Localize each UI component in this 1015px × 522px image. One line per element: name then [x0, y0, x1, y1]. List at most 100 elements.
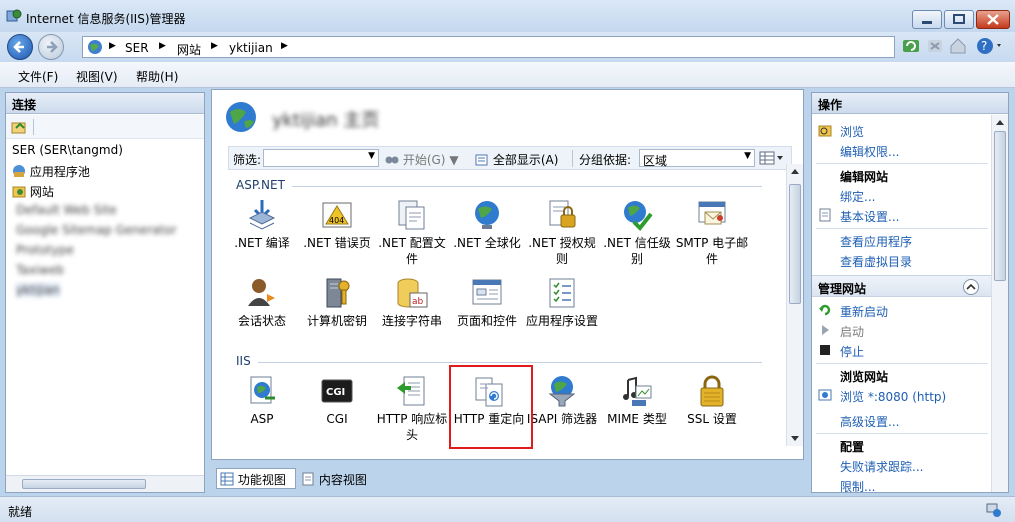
action-stop[interactable]: 停止 [840, 343, 864, 360]
tile-app-settings[interactable]: 应用程序设置 [525, 276, 599, 329]
tile-smtp-email[interactable]: SMTP 电子邮件 [675, 198, 749, 267]
home-button[interactable] [948, 36, 970, 58]
tile-mime-types[interactable]: MIME 类型 [600, 374, 674, 427]
tile-machine-key[interactable]: 计算机密钥 [300, 276, 374, 329]
content-view-icon [302, 472, 314, 486]
tab-content-view[interactable]: 内容视图 [298, 468, 378, 489]
actions-vscroll[interactable] [991, 115, 1008, 492]
connections-hscroll[interactable] [6, 475, 204, 492]
breadcrumb-arrow-icon: ▶ [211, 41, 218, 51]
address-bar[interactable]: ▶ SER ▶ 网站 ▶ yktijian ▶ [82, 36, 895, 58]
tile-net-globalization[interactable]: .NET 全球化 [450, 198, 524, 251]
scroll-up-icon[interactable] [995, 118, 1005, 126]
browse-window-icon [818, 389, 832, 401]
filter-input[interactable]: ▼ [263, 149, 379, 167]
arrow-right-icon [47, 41, 58, 53]
tree-site-item[interactable]: Prototype [16, 243, 74, 257]
action-basic-settings[interactable]: 基本设置... [840, 208, 899, 225]
view-mode-button[interactable] [759, 151, 785, 168]
action-bindings[interactable]: 绑定... [840, 188, 875, 205]
authorization-icon [549, 200, 576, 228]
features-vscroll[interactable] [786, 164, 803, 446]
section-divider [292, 186, 762, 187]
tile-net-trust-levels[interactable]: .NET 信任级别 [600, 198, 674, 267]
iis-app-icon [6, 9, 22, 22]
restart-icon [819, 304, 831, 316]
menu-view[interactable]: 视图(V) [76, 68, 118, 85]
stop-icon [928, 40, 942, 52]
show-all-button[interactable]: 全部显示(A) [475, 151, 558, 168]
manage-site-header[interactable]: 管理网站 [812, 275, 992, 297]
home-icon [950, 38, 966, 54]
email-icon [698, 201, 726, 225]
section-divider [258, 362, 762, 363]
tree-sites[interactable]: 网站 [12, 183, 54, 200]
group-by-label: 分组依据: [579, 153, 632, 167]
action-start[interactable]: 启动 [840, 323, 864, 340]
tile-cgi[interactable]: CGI CGI [300, 374, 374, 427]
scroll-down-icon[interactable] [790, 435, 800, 443]
action-edit-permissions[interactable]: 编辑权限... [840, 143, 899, 160]
group-by-select[interactable]: 区域 ▼ [639, 149, 755, 168]
tile-http-response-headers[interactable]: HTTP 响应标头 [375, 374, 449, 443]
actions-vscroll-thumb[interactable] [994, 131, 1006, 281]
tree-site-item[interactable]: Taxiweb [16, 263, 64, 277]
action-restart[interactable]: 重新启动 [840, 303, 888, 320]
features-view-icon [220, 472, 234, 486]
asp-icon [250, 376, 275, 404]
profile-icon [398, 200, 425, 230]
tile-connection-strings[interactable]: ab 连接字符串 [375, 276, 449, 329]
tile-isapi-filters[interactable]: ISAPI 筛选器 [525, 374, 599, 427]
settings-page-icon [819, 208, 831, 222]
breadcrumb-sites[interactable]: 网站 [177, 41, 201, 58]
menu-file[interactable]: 文件(F) [18, 68, 58, 85]
tree-site-item-selected[interactable]: yktijian [16, 283, 60, 297]
breadcrumb-server[interactable]: SER [125, 41, 149, 55]
breadcrumb-site[interactable]: yktijian [229, 41, 273, 55]
close-button[interactable] [976, 10, 1010, 29]
minimize-button[interactable] [912, 10, 942, 29]
tree-server[interactable]: SER (SER\tangmd) [12, 143, 123, 157]
title-bar: Internet 信息服务(IIS)管理器 [0, 0, 1015, 32]
forward-button[interactable] [38, 34, 64, 60]
session-user-icon [248, 279, 275, 306]
grid-view-icon [759, 151, 783, 165]
back-button[interactable] [7, 34, 33, 60]
action-browse-port[interactable]: 浏览 *:8080 (http) [840, 388, 946, 405]
action-view-virtual-dirs[interactable]: 查看虚拟目录 [840, 253, 912, 270]
maximize-button[interactable] [944, 10, 974, 29]
action-limits[interactable]: 限制... [840, 478, 875, 492]
scroll-up-icon[interactable] [790, 167, 800, 175]
action-view-applications[interactable]: 查看应用程序 [840, 233, 912, 250]
features-panel: yktijian 主页 筛选: ▼ 开始(G) ▼ 全部显示(A) 分组依据: … [211, 89, 804, 460]
close-icon [987, 14, 999, 25]
tile-net-authorization[interactable]: .NET 授权规则 [525, 198, 599, 267]
menu-help[interactable]: 帮助(H) [136, 68, 178, 85]
tile-ssl-settings[interactable]: SSL 设置 [675, 374, 749, 427]
features-vscroll-thumb[interactable] [789, 184, 801, 304]
connect-icon[interactable] [11, 119, 27, 135]
mime-types-icon [623, 376, 652, 406]
tile-net-profile[interactable]: .NET 配置文件 [375, 198, 449, 267]
tile-net-error-pages[interactable]: 404 .NET 错误页 [300, 198, 374, 251]
tree-site-item[interactable]: Default Web Site [16, 203, 117, 217]
action-failed-request-tracing[interactable]: 失败请求跟踪... [840, 458, 923, 475]
tile-pages-controls[interactable]: 页面和控件 [450, 276, 524, 329]
tile-asp[interactable]: ASP [225, 374, 299, 427]
tile-session-state[interactable]: 会话状态 [225, 276, 299, 329]
collapse-icon[interactable] [962, 278, 980, 296]
tree-app-pools[interactable]: 应用程序池 [12, 163, 90, 180]
action-browse[interactable]: 浏览 [840, 123, 864, 140]
tab-features-view[interactable]: 功能视图 [216, 468, 296, 489]
help-button[interactable]: ? [975, 36, 1007, 58]
separator [816, 228, 988, 229]
start-button[interactable]: 开始(G) ▼ [385, 151, 459, 168]
separator [816, 163, 988, 164]
refresh-button[interactable] [901, 36, 923, 58]
stop-button[interactable] [925, 36, 947, 58]
response-headers-icon [397, 376, 425, 406]
tree-site-item[interactable]: Google Sitemap Generator [16, 223, 177, 237]
tile-net-compile[interactable]: .NET 编译 [225, 198, 299, 251]
action-advanced-settings[interactable]: 高级设置... [840, 413, 899, 430]
app-settings-icon [549, 278, 575, 308]
